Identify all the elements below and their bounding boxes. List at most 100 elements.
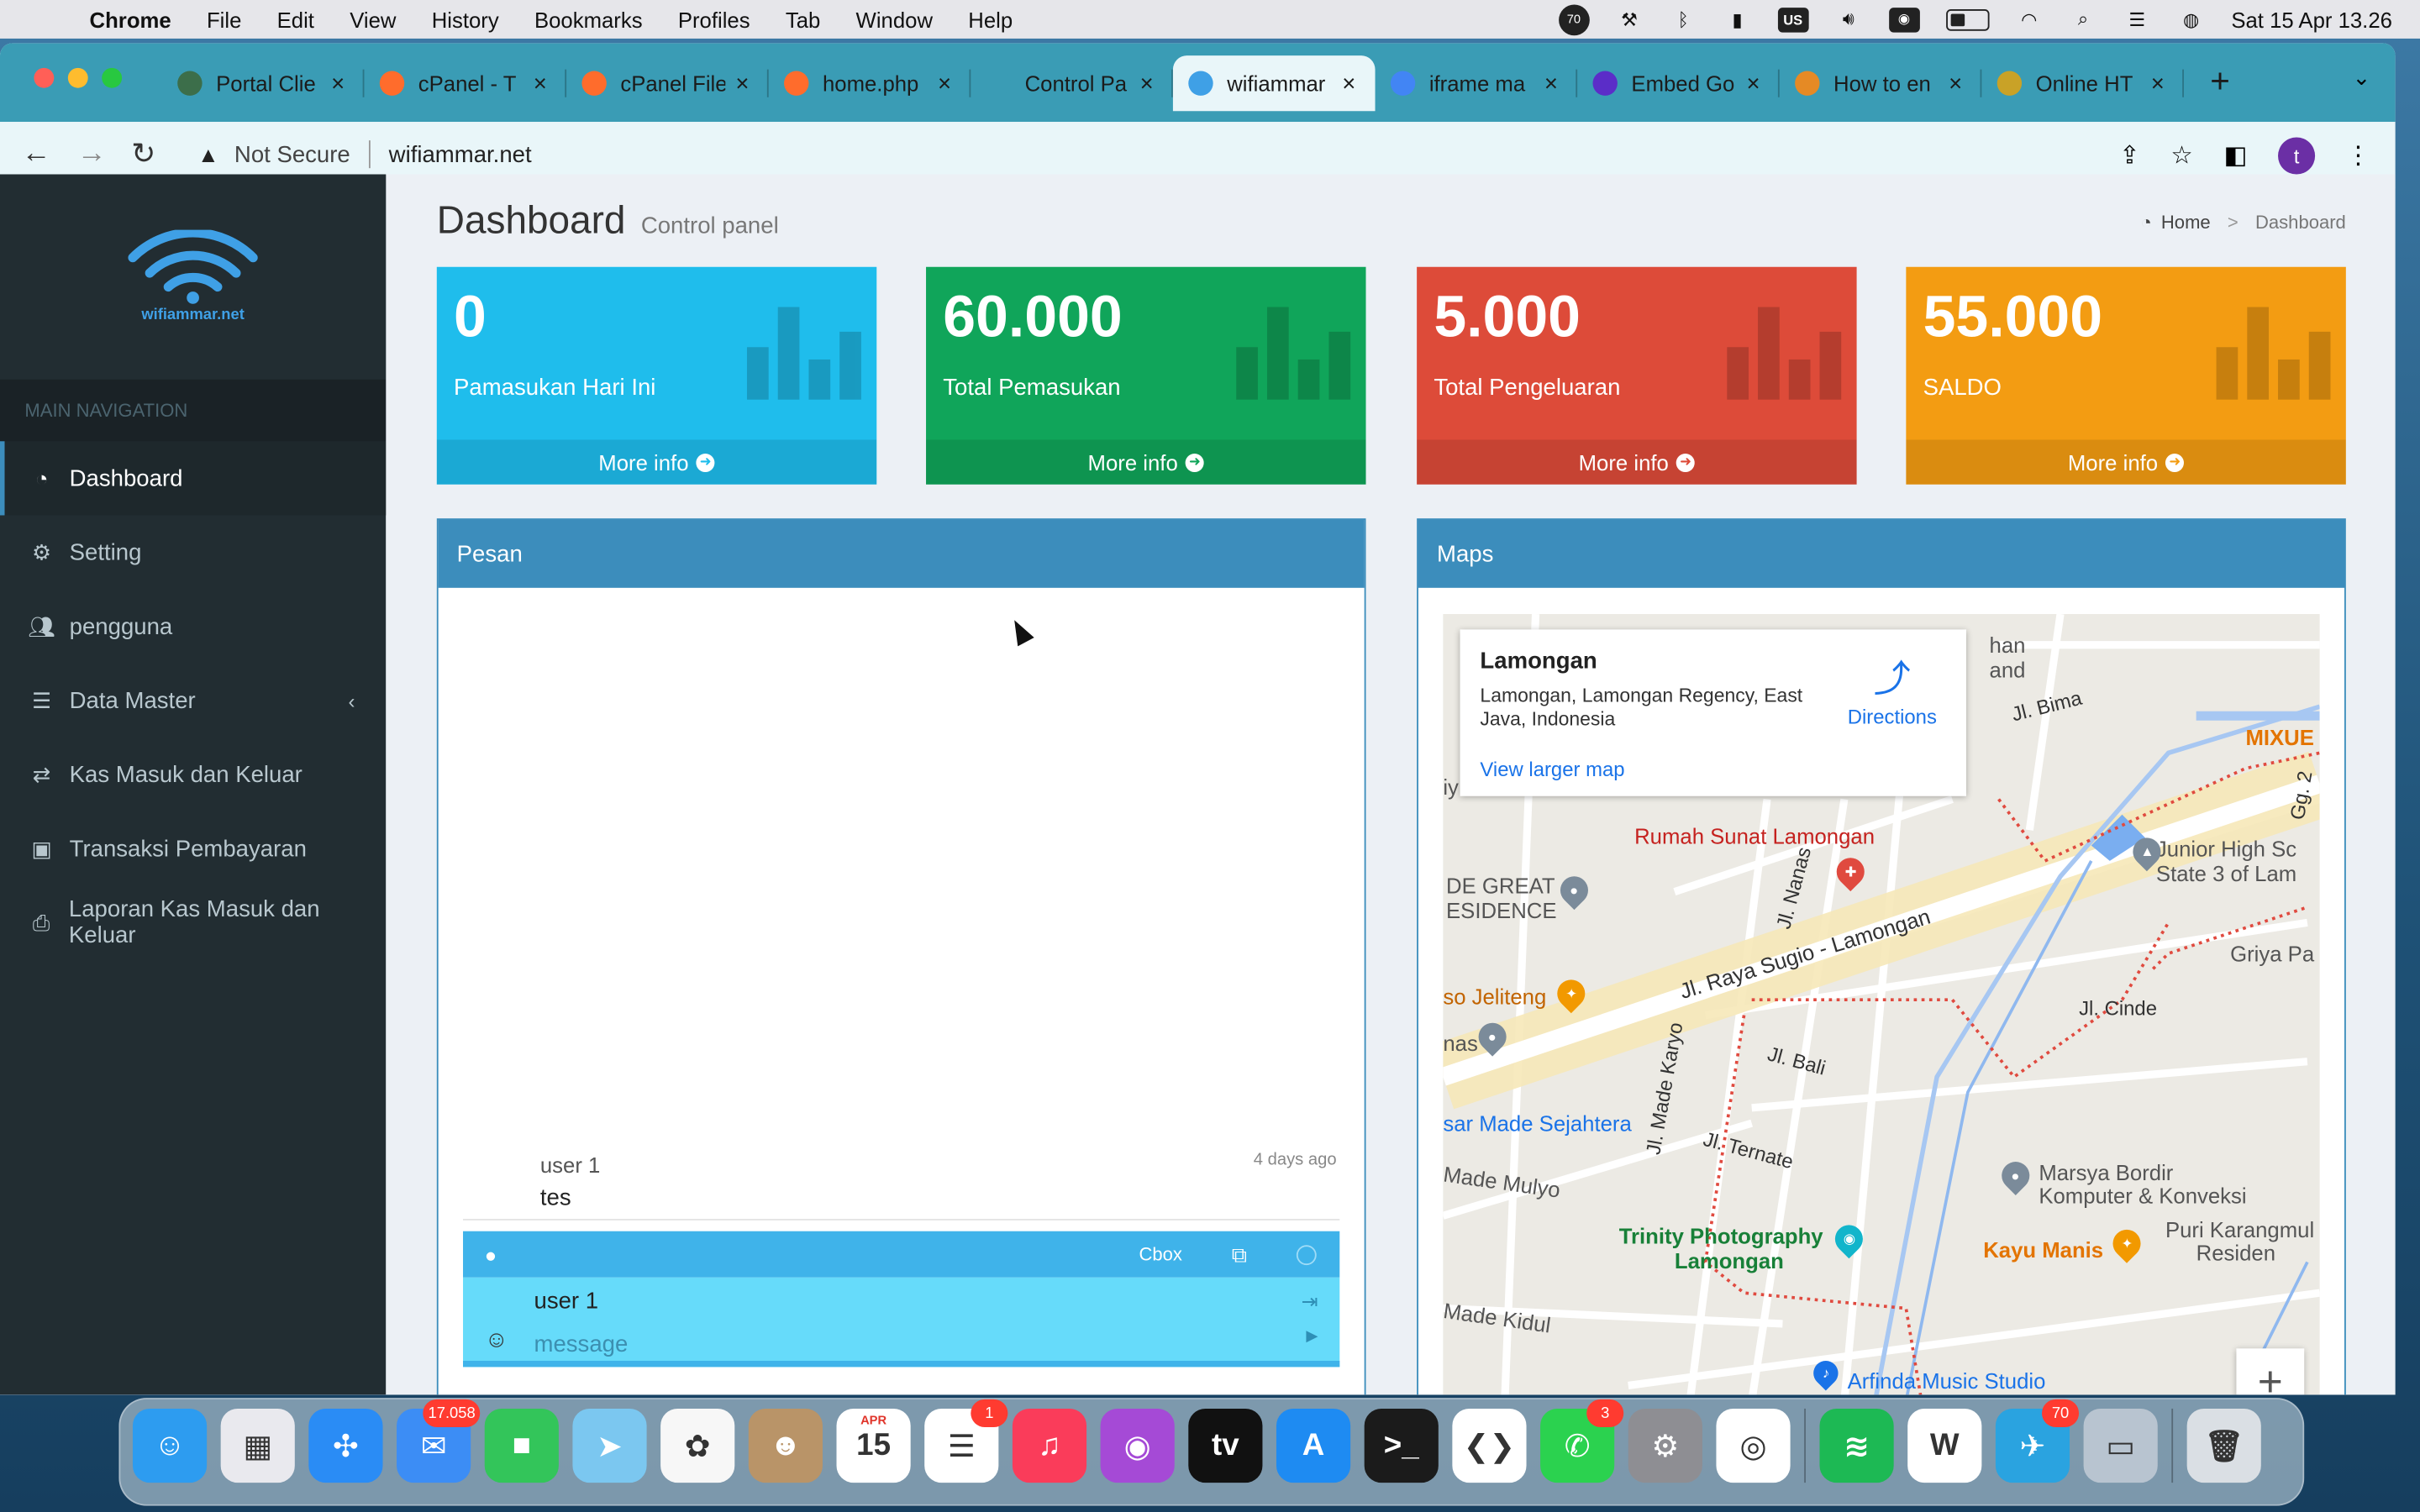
settings-icon[interactable]: ⚙ — [1628, 1408, 1702, 1483]
share-icon[interactable]: ⇪ — [2119, 140, 2140, 171]
wifi-icon[interactable]: ◠ — [2015, 7, 2043, 31]
launchpad-icon[interactable]: ▦ — [220, 1408, 295, 1483]
breadcrumb-home[interactable]: Home — [2161, 212, 2211, 234]
close-tab-icon[interactable]: × — [1136, 71, 1158, 97]
control-center-icon[interactable]: ☰ — [2123, 7, 2151, 31]
menu-file[interactable]: File — [207, 7, 241, 31]
cbox-link[interactable]: Cbox — [1139, 1243, 1181, 1265]
close-tab-icon[interactable]: × — [934, 71, 955, 97]
keyboard-layout-icon[interactable]: US — [1777, 7, 1809, 32]
menu-profiles[interactable]: Profiles — [678, 7, 750, 31]
cbox-username[interactable]: user 1 — [534, 1289, 599, 1315]
more-menu-icon[interactable]: ⋮ — [2346, 140, 2370, 171]
maps-icon[interactable]: ➤ — [572, 1408, 647, 1483]
reminders-icon[interactable]: ☰ 1 — [924, 1399, 1008, 1483]
preview-icon[interactable]: ▭ — [2083, 1408, 2158, 1483]
close-window-button[interactable] — [34, 67, 55, 88]
profile-avatar[interactable]: t — [2278, 137, 2316, 175]
chrome-icon[interactable]: ◎ — [1716, 1408, 1791, 1483]
close-tab-icon[interactable]: × — [2147, 71, 2169, 97]
embedded-map[interactable]: han and Jl. Bima MIXUE Gg. 2 iy Rumah Su… — [1443, 614, 2320, 1395]
menu-bookmarks[interactable]: Bookmarks — [534, 7, 643, 31]
external-link-icon[interactable]: ⧉ — [1232, 1242, 1247, 1268]
finder-icon[interactable]: ☺ — [132, 1408, 208, 1483]
login-icon[interactable]: ⇥ — [1302, 1290, 1318, 1315]
close-tab-icon[interactable]: × — [1743, 71, 1765, 97]
mail-icon[interactable]: ✉ 17.058 — [397, 1399, 481, 1483]
clock[interactable]: Sat 15 Apr 13.26 — [2231, 7, 2392, 31]
close-tab-icon[interactable]: × — [1338, 71, 1360, 97]
spotify-icon[interactable]: ≋ — [1819, 1408, 1894, 1483]
close-tab-icon[interactable]: × — [327, 71, 349, 97]
zoom-in-button[interactable]: + — [2236, 1348, 2305, 1395]
safari-icon[interactable]: ✣ — [308, 1408, 383, 1483]
vscode-icon[interactable]: ❮❯ — [1452, 1408, 1527, 1483]
message-input[interactable] — [530, 1326, 1217, 1361]
siri-icon[interactable]: ◍ — [2177, 7, 2205, 31]
calendar-icon[interactable]: 15 APR — [836, 1408, 911, 1483]
menu-tab[interactable]: Tab — [786, 7, 820, 31]
side-panel-icon[interactable]: ◧ — [2224, 140, 2248, 171]
new-tab-button[interactable]: + — [2210, 61, 2230, 102]
send-arrow-icon[interactable]: ▶ — [1306, 1328, 1318, 1345]
warning-icon[interactable]: ▲ — [197, 142, 218, 166]
back-button[interactable]: ← — [22, 137, 51, 171]
browser-tab[interactable]: wifiammar × — [1172, 55, 1376, 112]
menu-window[interactable]: Window — [856, 7, 933, 31]
podcasts-icon[interactable]: ◉ — [1100, 1408, 1175, 1483]
tools-icon[interactable]: ⚒ — [1615, 7, 1643, 31]
site-logo[interactable]: wifiammar.net — [0, 174, 387, 380]
tab-search-chevron-icon[interactable]: ⌄ — [2353, 65, 2371, 91]
menu-edit[interactable]: Edit — [277, 7, 314, 31]
screen-recorder-icon[interactable]: ◉ — [1888, 7, 1920, 32]
zoom-window-button[interactable] — [102, 67, 123, 88]
contacts-icon[interactable]: ☻ — [748, 1408, 823, 1483]
browser-tab[interactable]: Online HT × — [1981, 55, 2184, 111]
reload-button[interactable]: ↻ — [129, 137, 157, 172]
sidebar-item-kas-masuk-dan-keluar[interactable]: ⇄ Kas Masuk dan Keluar — [0, 738, 386, 811]
sidebar-item-setting[interactable]: ⚙ Setting — [0, 515, 386, 589]
menu-help[interactable]: Help — [968, 7, 1013, 31]
close-tab-icon[interactable]: × — [1540, 71, 1562, 97]
browser-tab[interactable]: cPanel File × — [566, 55, 769, 111]
facetime-icon[interactable]: ■ — [484, 1408, 559, 1483]
browser-tab[interactable]: home.php × — [769, 55, 971, 111]
security-label[interactable]: Not Secure — [234, 141, 350, 167]
volume-icon[interactable]: 🔊︎ — [1834, 7, 1862, 31]
sidebar-item-transaksi-pembayaran[interactable]: ▣ Transaksi Pembayaran — [0, 811, 386, 885]
sidebar-item-pengguna[interactable]: 👥︎ pengguna — [0, 590, 386, 664]
more-info-link[interactable]: More info ➜ — [1906, 439, 2346, 485]
appstore-icon[interactable]: A — [1276, 1408, 1351, 1483]
browser-tab[interactable]: cPanel - T × — [364, 55, 567, 111]
forward-button[interactable]: → — [77, 137, 107, 171]
photos-icon[interactable]: ✿ — [660, 1408, 735, 1483]
wps-icon[interactable]: W — [1907, 1408, 1982, 1483]
terminal-icon[interactable]: >_ — [1364, 1408, 1439, 1483]
whatsapp-icon[interactable]: ✆ 3 — [1540, 1399, 1624, 1483]
directions-button[interactable]: ⤴ Directions — [1844, 648, 1940, 728]
sidebar-item-data-master[interactable]: ☰ Data Master ‹ — [0, 664, 386, 738]
url-text[interactable]: wifiammar.net — [389, 141, 532, 167]
telegram-icon[interactable]: ✈ 70 — [1995, 1399, 2080, 1483]
menu-app-name[interactable]: Chrome — [90, 7, 171, 31]
sidebar-item-laporan-kas-masuk-dan-keluar[interactable]: ⎙ Laporan Kas Masuk dan Keluar — [0, 885, 386, 959]
browser-tab[interactable]: How to en × — [1780, 55, 1982, 111]
view-larger-map-link[interactable]: View larger map — [1480, 758, 1624, 781]
browser-tab[interactable]: Portal Clie × — [162, 55, 365, 111]
trash-icon[interactable]: 🗑 — [2186, 1408, 2261, 1483]
music-icon[interactable]: ♫ — [1012, 1408, 1087, 1483]
menu-history[interactable]: History — [432, 7, 499, 31]
status-badge-icon[interactable]: 70 — [1558, 3, 1590, 35]
close-tab-icon[interactable]: × — [1944, 71, 1966, 97]
tv-icon[interactable]: tv — [1188, 1408, 1263, 1483]
more-info-link[interactable]: More info ➜ — [926, 439, 1366, 485]
browser-tab[interactable]: Control Pa × — [971, 55, 1173, 111]
browser-tab[interactable]: iframe ma × — [1376, 55, 1578, 111]
close-tab-icon[interactable]: × — [529, 71, 551, 97]
more-info-link[interactable]: More info ➜ — [436, 439, 877, 485]
user-icon[interactable]: ● — [485, 1242, 497, 1266]
contacts-menu-icon[interactable]: ▮ — [1723, 7, 1751, 31]
menu-view[interactable]: View — [350, 7, 396, 31]
status-ring-icon[interactable] — [1296, 1244, 1317, 1265]
minimize-window-button[interactable] — [67, 67, 88, 88]
